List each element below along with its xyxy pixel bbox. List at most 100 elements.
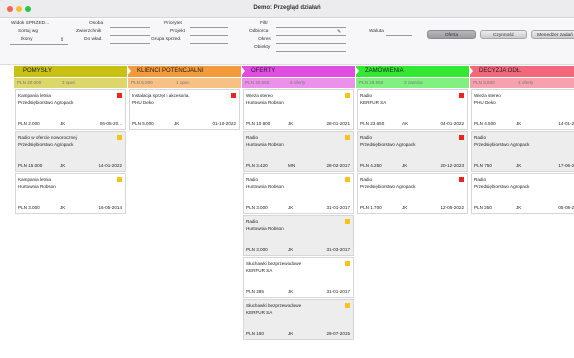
objects-field[interactable] xyxy=(276,51,346,52)
icons-selector-line xyxy=(10,44,68,45)
owner-label: Do wład. xyxy=(84,37,103,42)
project-field[interactable] xyxy=(190,35,228,36)
deal-card[interactable]: Radio Przedsiębiorstwo Agropack PLN 250 JK 0… xyxy=(471,173,574,214)
column-summary: PLN 5.500 3 oferty xyxy=(470,78,574,88)
priority-flag-icon xyxy=(345,135,350,140)
card-title: Słuchawki bezprzewodowe xyxy=(246,261,302,266)
chevron-right-icon xyxy=(469,66,473,76)
deal-card[interactable]: Kampania letnia Hurtownia Robson PLN 3.000… xyxy=(15,173,126,214)
deal-card[interactable]: Radio Hurtownia Robson PLN 3.000 JK 31-03-20… xyxy=(243,215,354,256)
deal-card[interactable]: Radio Hurtownia Robson PLN 3.420 MN 28-02-20… xyxy=(243,131,354,172)
priority-field[interactable] xyxy=(190,27,228,28)
column-summary: PLN 5.000 1 oper. xyxy=(128,78,241,88)
recipient-field[interactable] xyxy=(276,35,346,36)
owner-field[interactable] xyxy=(110,43,150,44)
priority-flag-icon xyxy=(459,135,464,140)
column-zamowienia: ZAMÓWIENIA PLN 29.650 3 zamów. Radio KERFUR … xyxy=(355,66,469,358)
filter-field[interactable] xyxy=(276,27,346,28)
objects-label: Obiekty xyxy=(254,45,271,50)
window-title: Demo: Przegląd działań xyxy=(253,5,321,11)
period-field[interactable] xyxy=(276,43,346,44)
card-amount: PLN 150 xyxy=(246,331,264,336)
card-client: Hurtownia Robson xyxy=(18,184,56,189)
column-total-amount: PLN 20.055 xyxy=(245,80,270,85)
card-date: 01-10-2022 xyxy=(212,121,237,126)
column-header[interactable]: OFERTY xyxy=(241,66,355,77)
column-title: ZAMÓWIENIA xyxy=(365,68,404,74)
column-header[interactable]: DECYZJA ODŁ. xyxy=(469,66,574,77)
card-date: 31-03-2017 xyxy=(326,247,351,252)
card-client: Hurtownia Robson xyxy=(246,100,284,105)
deal-card[interactable]: Radio Przedsiębiorstwo Agropack PLN 4.250 J… xyxy=(357,131,468,172)
card-amount: PLN 15.000 xyxy=(18,163,43,168)
column-title: POMYSŁY xyxy=(23,68,53,74)
card-owner: JK xyxy=(60,205,66,210)
deal-card[interactable]: Radio KERFUR SA PLN 23.650 AK 04-01-2022 xyxy=(357,89,468,130)
sales-group-field[interactable] xyxy=(190,43,228,44)
card-title: Radio xyxy=(474,177,487,182)
card-owner: JK xyxy=(402,205,408,210)
deal-card[interactable]: Radio w ofercie noworocznej Przedsiębiors… xyxy=(15,131,126,172)
card-amount: PLN 23.650 xyxy=(360,121,385,126)
card-client: PHU Deko xyxy=(132,100,154,105)
card-title: Radio xyxy=(360,135,373,140)
card-owner: JK xyxy=(288,205,294,210)
card-date: 12-05-2022 xyxy=(440,205,465,210)
project-label: Projekt xyxy=(170,29,185,34)
card-amount: PLN 3.000 xyxy=(246,247,268,252)
deal-card[interactable]: Wieża stereo PHU Deko PLN 4.500 JK 14-01-2..… xyxy=(471,89,574,130)
period-label: Okres xyxy=(258,37,271,42)
icons-selector[interactable]: Ikony xyxy=(21,37,32,42)
card-owner: JK xyxy=(288,289,294,294)
deal-card[interactable]: Radio Przedsiębiorstwo Agropack PLN 750 JK 1… xyxy=(471,131,574,172)
supervisor-field[interactable] xyxy=(110,35,150,36)
card-owner: JK xyxy=(516,121,522,126)
task-manager-button[interactable]: Menedżer zadań xyxy=(531,30,574,39)
updown-arrow-icon[interactable]: ⇕ xyxy=(60,37,64,43)
column-total-amount: PLN 20.000 xyxy=(17,80,42,85)
card-owner: JK xyxy=(60,163,66,168)
card-date: 28-02-2017 xyxy=(326,163,351,168)
filter-panel: Widok SPRZED... Sortuj wg Ikony ⇕ Osoba … xyxy=(0,19,574,65)
card-amount: PLN 250 xyxy=(474,205,492,210)
column-header[interactable]: ZAMÓWIENIA xyxy=(355,66,469,77)
column-total-amount: PLN 29.650 xyxy=(359,80,384,85)
card-amount: PLN 3.000 xyxy=(18,205,40,210)
card-title: Radio xyxy=(360,93,373,98)
card-amount: PLN 3.420 xyxy=(246,163,268,168)
card-title: Wieża stereo xyxy=(474,93,501,98)
priority-flag-icon xyxy=(345,93,350,98)
deal-card[interactable]: Instalacja sprzęt i akcesoria. PHU Deko PL… xyxy=(129,89,240,130)
column-header[interactable]: KLIENCI POTENCJALNI xyxy=(127,66,241,77)
currency-field[interactable] xyxy=(386,35,412,36)
card-owner: JK xyxy=(288,247,294,252)
activity-button[interactable]: Czynność xyxy=(480,30,527,39)
card-client: Przedsiębiorstwo Agropack xyxy=(360,142,416,147)
column-header[interactable]: POMYSŁY xyxy=(14,66,127,77)
deal-card[interactable]: Kampania letnia Przedsiębiorstwo Agropack… xyxy=(15,89,126,130)
view-selector[interactable]: Widok SPRZED... xyxy=(11,21,49,26)
pipeline-board: POMYSŁY PLN 20.000 3 oper. Kampania letnia P… xyxy=(0,66,574,358)
deal-card[interactable]: Słuchawki bezprzewodowe KERFUR SA PLN 285 J… xyxy=(243,257,354,298)
card-title: Wieża stereo xyxy=(246,93,273,98)
card-client: Przedsiębiorstwo Agropack xyxy=(474,142,530,147)
deal-card[interactable]: Radio Przedsiębiorstwo Agropack PLN 1.700 J… xyxy=(357,173,468,214)
card-title: Kampania letnia xyxy=(18,177,51,182)
card-client: Hurtownia Robson xyxy=(246,184,284,189)
card-owner: JK xyxy=(174,121,180,126)
chevron-right-icon xyxy=(355,66,359,76)
card-client: Hurtownia Robson xyxy=(246,142,284,147)
card-title: Kampania letnia xyxy=(18,93,51,98)
card-owner: JK xyxy=(288,121,294,126)
deal-card[interactable]: Radio Hurtownia Robson PLN 3.000 JK 31-01-20… xyxy=(243,173,354,214)
deal-card[interactable]: Wieża stereo Hurtownia Robson PLN 10.800 JK… xyxy=(243,89,354,130)
card-date: 17-06-2... xyxy=(558,163,574,168)
deal-card[interactable]: Słuchawki bezprzewodowe KERFUR SA PLN 150 J… xyxy=(243,299,354,340)
currency-label: Waluta xyxy=(369,29,384,34)
pencil-icon[interactable]: ✎ xyxy=(337,29,341,35)
chevron-right-icon xyxy=(127,66,131,76)
column-title: KLIENCI POTENCJALNI xyxy=(137,68,204,74)
card-owner: AK xyxy=(402,121,409,126)
person-field[interactable] xyxy=(110,27,150,28)
offer-button[interactable]: Oferta xyxy=(427,30,476,39)
